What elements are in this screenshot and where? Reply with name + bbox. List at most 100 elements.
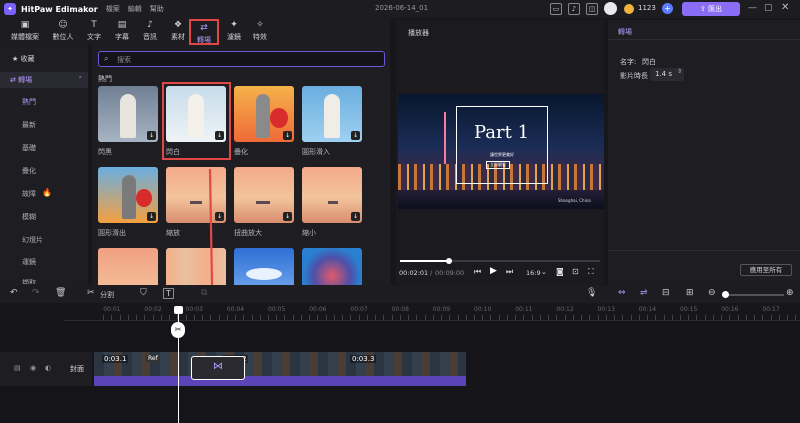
playback-track[interactable] (400, 258, 600, 264)
search-input[interactable]: ⌕ 搜索 (98, 51, 385, 67)
tool-media[interactable]: ▣ 媒體檔案 (6, 18, 44, 45)
tool-subtitle[interactable]: ▤ 字幕 (110, 18, 134, 45)
download-icon[interactable]: ↓ (351, 131, 360, 140)
avatar[interactable] (604, 2, 617, 15)
audio-track[interactable] (94, 376, 466, 386)
apply-all-button[interactable]: 應用至所有 (740, 264, 792, 276)
thumb-dissolve[interactable]: ↓ (234, 86, 294, 142)
close-icon[interactable]: ✕ (781, 2, 789, 13)
next-frame-icon[interactable]: ⏭ (506, 267, 513, 277)
playback-handle[interactable] (446, 258, 452, 264)
screen-icon[interactable]: ▭ (550, 3, 562, 15)
credits-count: 1123 (638, 4, 656, 12)
duration-value: 1.4 s (655, 70, 673, 78)
search-icon: ⌕ (104, 54, 109, 63)
thumb-zoom-out[interactable]: ↓ (302, 167, 362, 223)
grid-section-title: 熱門 (98, 75, 112, 83)
track-lock-icon[interactable]: ▤ (14, 364, 21, 372)
tool-label: 字幕 (115, 33, 129, 41)
tool-transition[interactable]: ⇄ 轉場 (189, 19, 219, 45)
zoom-handle[interactable] (722, 291, 729, 298)
sidebar-item-slideshow[interactable]: 幻燈片 (22, 235, 43, 245)
shield-icon[interactable]: ⛉ (140, 288, 147, 298)
menu-file[interactable]: 檔案 (106, 4, 120, 14)
sidebar-item-glitch[interactable]: 故障 (22, 189, 36, 199)
track-mute-icon[interactable]: ◐ (45, 364, 51, 372)
sidebar-item-capture[interactable]: 擷取 (22, 278, 36, 284)
sidebar-item-camera[interactable]: 運鏡 (22, 257, 36, 267)
thumb-partial-1[interactable] (98, 248, 158, 285)
tool-text[interactable]: T 文字 (82, 18, 106, 45)
undo-icon[interactable]: ↶ (10, 288, 18, 298)
download-icon[interactable]: ↓ (283, 131, 292, 140)
play-icon[interactable]: ▶ (490, 266, 497, 276)
video-preview[interactable]: Part 1 讓世界更美好 立即觀看 Shanghai, China (398, 94, 604, 209)
bell-icon[interactable]: ♪ (568, 3, 580, 15)
text-tool-icon[interactable]: T (163, 288, 174, 299)
sidebar-item-blur[interactable]: 模糊 (22, 212, 36, 222)
download-icon[interactable]: ↓ (351, 212, 360, 221)
link-icon[interactable]: ⇔ (618, 288, 626, 298)
fullscreen-icon[interactable]: ⛶ (588, 267, 594, 277)
magnet-icon[interactable]: ⇌ (640, 288, 648, 298)
ruler-tick (663, 315, 665, 320)
sidebar-item-dissolve[interactable]: 疊化 (22, 166, 36, 176)
tool-filter[interactable]: ✦ 濾鏡 (222, 18, 246, 45)
snap-icon[interactable]: ⊟ (662, 288, 670, 298)
prev-frame-icon[interactable]: ⏮ (474, 267, 481, 277)
download-icon[interactable]: ↓ (283, 212, 292, 221)
tool-avatar[interactable]: ☺ 數位人 (48, 18, 78, 45)
minimize-icon[interactable]: — (748, 3, 757, 13)
scissors-icon[interactable]: ✂ (87, 288, 95, 298)
delete-icon[interactable]: 🗑 (55, 288, 66, 298)
split-button[interactable]: 分割 (100, 290, 114, 300)
zoom-slider[interactable] (722, 291, 784, 298)
snapshot-icon[interactable]: ◙ (556, 267, 564, 276)
thumb-flash-black[interactable]: ↓ (98, 86, 158, 142)
duration-label: 影片時長 (620, 72, 648, 80)
thumb-circle-in[interactable]: ↓ (302, 86, 362, 142)
ruler-tick (506, 315, 508, 320)
sidebar-favorites[interactable]: ★ 收藏 (0, 51, 88, 67)
export-button[interactable]: ⇪ 匯出 (682, 2, 740, 16)
download-icon[interactable]: ↓ (147, 131, 156, 140)
fit-icon[interactable]: ⊞ (686, 288, 694, 298)
sidebar-section-transition[interactable]: ⇄ 轉場 ˄ (0, 72, 88, 88)
stepper-icon[interactable]: ⇕ (677, 68, 682, 75)
tool-effects[interactable]: ✧ 特效 (248, 18, 272, 45)
playhead-handle[interactable] (174, 306, 183, 314)
download-icon[interactable]: ↓ (147, 212, 156, 221)
zoom-in-icon[interactable]: ⊕ (786, 288, 794, 298)
tool-assets[interactable]: ❖ 素材 (166, 18, 190, 45)
mic-icon[interactable]: 🎙 (586, 288, 597, 298)
thumb-twist-zoom[interactable]: ↓ (234, 167, 294, 223)
thumb-partial-3[interactable] (234, 248, 294, 285)
tab-transition[interactable]: 轉場 (618, 27, 632, 37)
ruler-tick (350, 315, 352, 320)
crop-icon[interactable]: ⊡ (572, 267, 579, 276)
thumb-circle-out[interactable]: ↓ (98, 167, 158, 223)
sidebar-item-hot[interactable]: 熱門 (22, 97, 36, 107)
menu-help[interactable]: 幫助 (150, 4, 164, 14)
zoom-out-icon[interactable]: ⊖ (708, 288, 716, 298)
add-credits-icon[interactable]: + (662, 3, 673, 14)
cart-icon[interactable]: ◫ (586, 3, 598, 15)
redo-icon[interactable]: ↷ (32, 288, 40, 298)
sidebar-item-new[interactable]: 最新 (22, 120, 36, 130)
sidebar-item-basic[interactable]: 基礎 (22, 143, 36, 153)
playhead-split-icon[interactable]: ✂ (171, 322, 185, 338)
ruler-tick (564, 315, 566, 320)
crop-tool-icon[interactable]: ⧉ (201, 288, 207, 298)
track-visible-icon[interactable]: ◉ (30, 364, 36, 372)
cover-label[interactable]: 封面 (70, 364, 84, 374)
maximize-icon[interactable]: ▢ (764, 3, 773, 13)
duration-input[interactable]: 1.4 s ⇕ (650, 68, 684, 81)
tool-audio[interactable]: ♪ 音訊 (138, 18, 162, 45)
ratio-chevron-icon[interactable]: ⌄ (541, 268, 547, 276)
ruler-tick-label: 00:12 (556, 306, 574, 313)
thumb-partial-4[interactable] (302, 248, 362, 285)
aspect-ratio-select[interactable]: 16:9 (526, 269, 541, 277)
transition-drop-target[interactable]: ⋈ (191, 356, 245, 380)
menu-edit[interactable]: 編輯 (128, 4, 142, 14)
thumb-flower (136, 189, 152, 207)
